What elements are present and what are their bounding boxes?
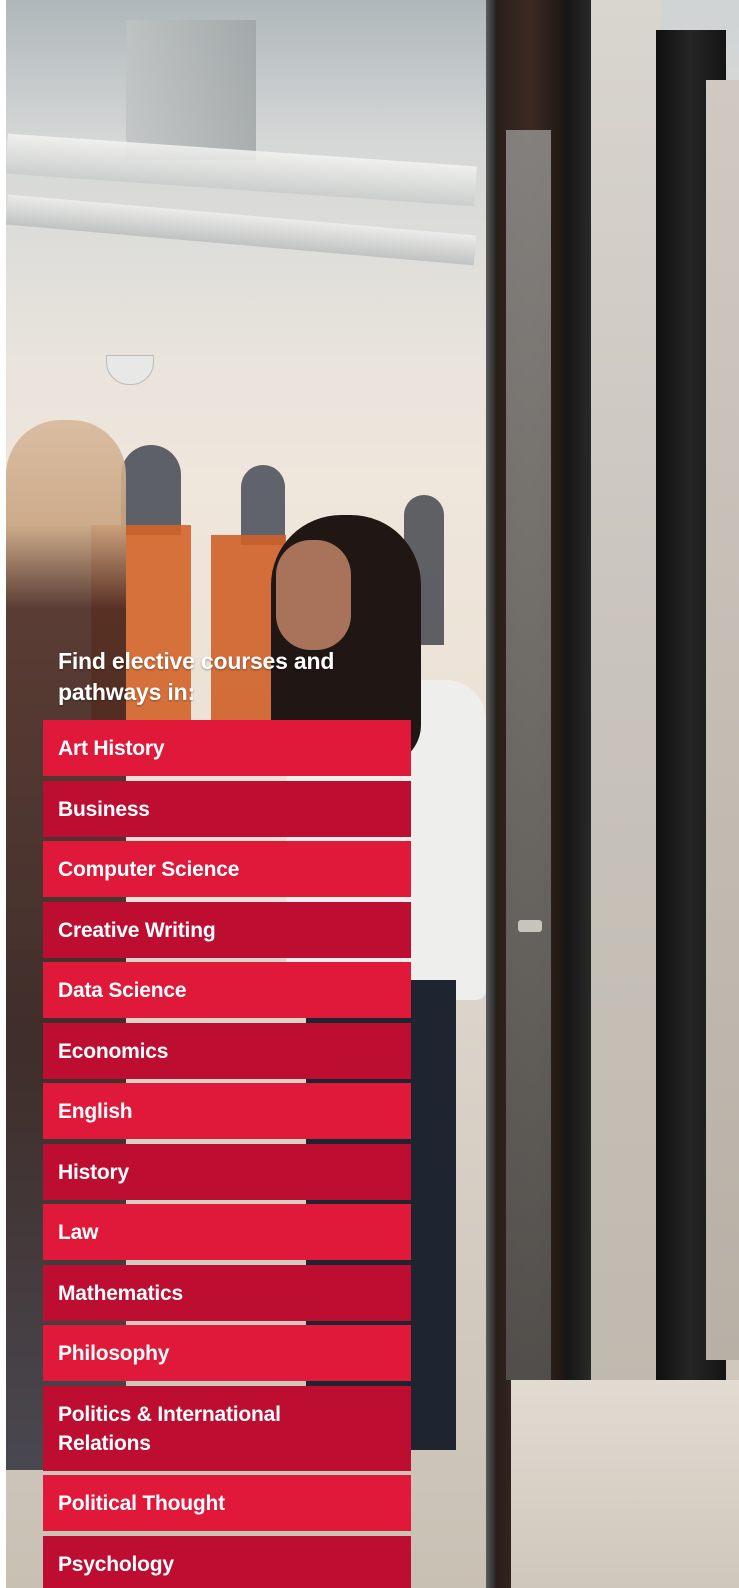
course-link-business[interactable]: Business [43, 780, 411, 837]
course-link-philosophy[interactable]: Philosophy [43, 1325, 411, 1381]
page: Find elective courses and pathways in: A… [0, 0, 739, 1588]
course-link-creative-writing[interactable]: Creative Writing [43, 901, 411, 958]
course-link-political-thought[interactable]: Political Thought [43, 1475, 411, 1531]
course-link-data-science[interactable]: Data Science [43, 962, 411, 1018]
courses-promo: Find elective courses and pathways in: A… [43, 646, 411, 1588]
person-right-face [276, 540, 351, 650]
security-camera [106, 355, 154, 385]
course-link-politics-international-relations[interactable]: Politics & International Relations [43, 1385, 411, 1471]
course-link-law[interactable]: Law [43, 1204, 411, 1260]
promo-heading: Find elective courses and pathways in: [58, 648, 335, 705]
arched-window [241, 465, 285, 545]
course-link-art-history[interactable]: Art History [43, 720, 411, 776]
course-list: Art History Business Computer Science Cr… [43, 720, 411, 1588]
door-panel [506, 130, 551, 1380]
glass-panel [706, 80, 739, 1360]
ceiling-duct [126, 20, 256, 160]
tile-floor [511, 1380, 739, 1588]
course-link-psychology[interactable]: Psychology [43, 1535, 411, 1588]
course-link-computer-science[interactable]: Computer Science [43, 841, 411, 897]
glass-panel [591, 0, 661, 1588]
course-link-economics[interactable]: Economics [43, 1022, 411, 1079]
arched-window [121, 445, 181, 535]
course-link-mathematics[interactable]: Mathematics [43, 1264, 411, 1321]
door-handle [518, 920, 542, 932]
course-link-english[interactable]: English [43, 1083, 411, 1139]
course-link-history[interactable]: History [43, 1143, 411, 1200]
